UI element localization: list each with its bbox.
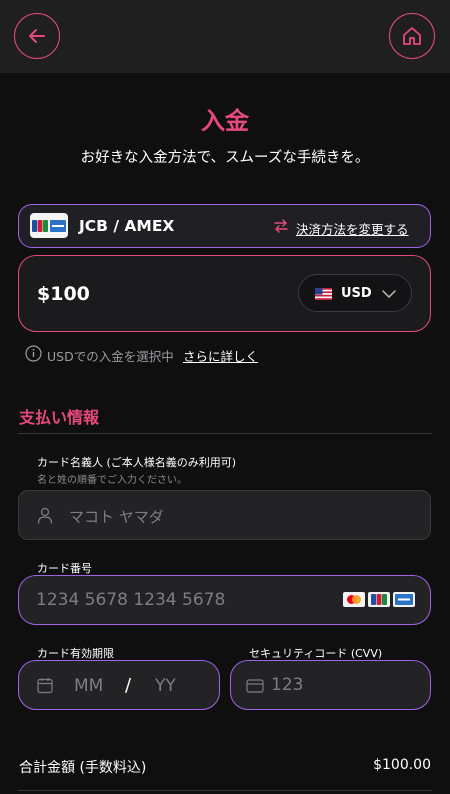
cardholder-label: カード名義人 (ご本人様名義のみ利用可) (37, 456, 237, 469)
page-subtitle: お好きな入金方法で、スムーズな手続きを。 (80, 150, 370, 166)
home-icon (403, 27, 421, 45)
page-title: 入金 (201, 107, 249, 135)
amex-icon (393, 592, 415, 607)
card-number-label: カード番号 (37, 562, 92, 575)
person-icon (37, 507, 53, 524)
expiry-month-placeholder: MM (74, 676, 104, 696)
amount-value[interactable]: $100 (37, 283, 90, 305)
expiry-separator: / (125, 675, 132, 696)
card-number-input[interactable]: 1234 5678 1234 5678 (18, 575, 431, 625)
mastercard-icon (343, 592, 365, 607)
cardholder-placeholder: マコト ヤマダ (69, 508, 164, 526)
cvv-input[interactable]: 123 (230, 660, 431, 710)
total-label: 合計金額 (手数料込) (19, 760, 147, 776)
bottom-divider (18, 790, 432, 791)
payment-method-name: JCB / AMEX (79, 217, 175, 235)
section-title: 支払い情報 (19, 408, 100, 427)
jcb-amex-logo (30, 213, 68, 238)
currency-info: USDでの入金を選択中 さらに詳しく (25, 345, 425, 365)
expiry-input[interactable]: MM / YY (18, 660, 220, 710)
amount-input[interactable]: $100 USD (18, 255, 431, 332)
chevron-down-icon (382, 290, 396, 298)
cvv-placeholder: 123 (271, 675, 304, 695)
top-bar (0, 0, 450, 73)
expiry-year-placeholder: YY (155, 676, 176, 696)
payment-method-box: JCB / AMEX 決済方法を変更する (18, 204, 431, 248)
arrow-left-icon (29, 29, 45, 43)
expiry-label: カード有効期限 (37, 647, 114, 660)
home-button[interactable] (389, 13, 435, 59)
total-value: $100.00 (373, 757, 431, 773)
change-payment-method-link[interactable]: 決済方法を変更する (296, 219, 409, 238)
section-divider (18, 433, 432, 434)
card-number-placeholder: 1234 5678 1234 5678 (36, 590, 226, 610)
info-icon (25, 345, 42, 362)
card-brands (343, 592, 415, 607)
currency-label: USD (341, 286, 372, 301)
learn-more-link[interactable]: さらに詳しく (183, 346, 258, 365)
cardholder-hint: 名と姓の順番でご入力ください。 (37, 475, 187, 486)
back-button[interactable] (14, 13, 60, 59)
swap-icon (274, 219, 288, 233)
currency-select[interactable]: USD (298, 274, 412, 312)
jcb-icon (368, 592, 390, 607)
calendar-icon (37, 678, 53, 694)
us-flag-icon (315, 288, 332, 300)
info-text: USDでの入金を選択中 (47, 349, 174, 364)
card-icon (246, 679, 264, 693)
cvv-label: セキュリティコード (CVV) (249, 647, 383, 660)
cardholder-input[interactable]: マコト ヤマダ (18, 490, 431, 540)
